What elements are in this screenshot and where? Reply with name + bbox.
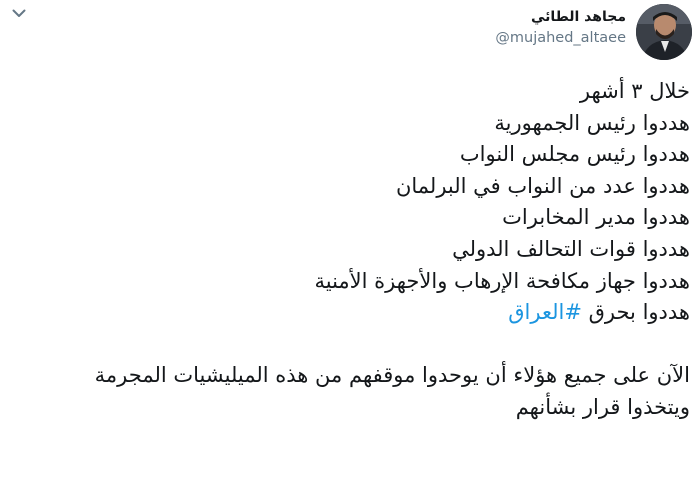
- avatar-image: [636, 4, 692, 60]
- tweet-line-prefix: هددوا بحرق: [581, 300, 690, 325]
- tweet-line-hashtag: هددوا بحرق #العراق: [70, 297, 690, 329]
- tweet-line: هددوا قوات التحالف الدولي: [452, 236, 690, 261]
- tweet-line: ويتخذوا قرار بشأنهم: [515, 394, 690, 419]
- tweet-header: مجاهد الطائي @mujahed_altaee: [0, 0, 700, 70]
- tweet-line: هددوا جهاز مكافحة الإرهاب والأجهزة الأمن…: [314, 268, 691, 293]
- chevron-down-icon[interactable]: [8, 2, 30, 24]
- tweet-line: هددوا مدير المخابرات: [502, 205, 690, 230]
- user-handle[interactable]: @mujahed_altaee: [495, 28, 626, 48]
- tweet-line: الآن على جميع هؤلاء أن يوحدوا موقفهم من …: [94, 363, 690, 388]
- tweet-text: خلال ٣ أشهر هددوا رئيس الجمهورية هددوا ر…: [70, 76, 690, 424]
- tweet-line: هددوا رئيس مجلس النواب: [459, 142, 690, 167]
- tweet-line: هددوا رئيس الجمهورية: [494, 110, 690, 135]
- display-name[interactable]: مجاهد الطائي: [495, 8, 626, 26]
- tweet-line: هددوا عدد من النواب في البرلمان: [395, 173, 690, 198]
- user-info[interactable]: مجاهد الطائي @mujahed_altaee: [495, 8, 626, 48]
- avatar[interactable]: [636, 4, 692, 60]
- tweet-line: خلال ٣ أشهر: [579, 79, 690, 103]
- tweet-card: مجاهد الطائي @mujahed_altaee خلال ٣ أشهر…: [0, 0, 700, 490]
- hashtag-link[interactable]: #العراق: [508, 300, 582, 324]
